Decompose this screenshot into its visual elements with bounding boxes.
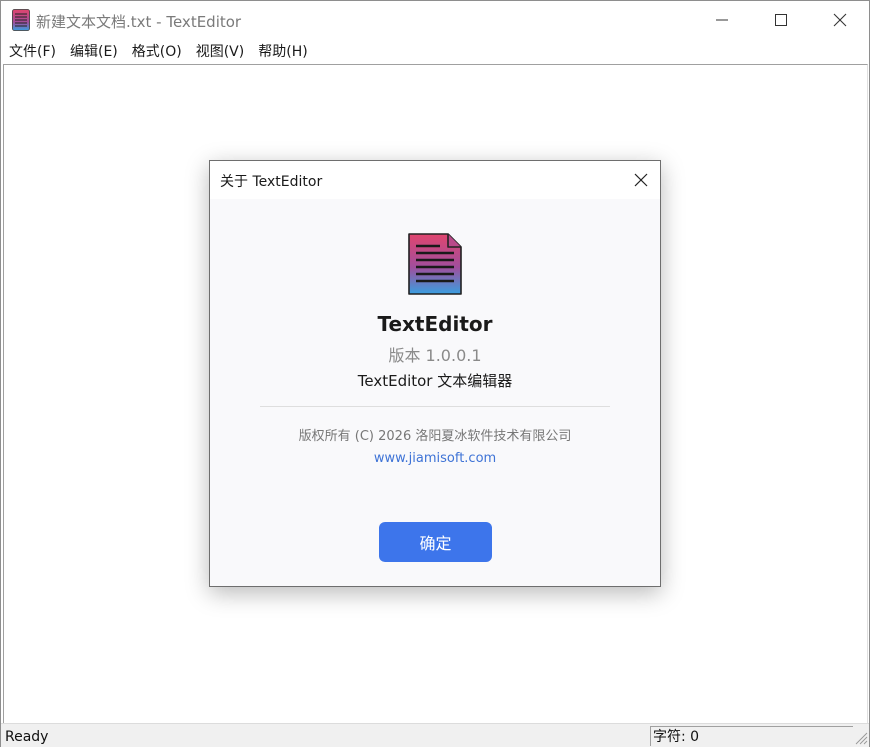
close-window-button[interactable] — [811, 1, 869, 39]
divider — [260, 406, 610, 407]
minimize-icon — [716, 19, 728, 21]
notepad-document-icon — [12, 9, 30, 31]
title-bar[interactable]: 新建文本文档.txt - TextEditor — [1, 1, 869, 39]
app-name: TextEditor — [377, 312, 493, 336]
menu-help[interactable]: 帮助(H) — [258, 41, 307, 63]
dialog-close-button[interactable] — [622, 161, 660, 199]
dialog-title-bar[interactable]: 关于 TextEditor — [210, 161, 660, 199]
dialog-title: 关于 TextEditor — [220, 174, 323, 190]
menu-edit[interactable]: 编辑(E) — [70, 41, 118, 63]
about-dialog: 关于 TextEditor TextEditor 版本 1.0.0.1 Text… — [209, 160, 661, 587]
status-char-count: 字符: 0 — [650, 726, 853, 746]
maximize-icon — [775, 14, 787, 26]
app-description: TextEditor 文本编辑器 — [357, 372, 513, 390]
close-icon — [833, 13, 847, 27]
app-logo-icon — [408, 233, 462, 295]
ok-button[interactable]: 确定 — [379, 522, 492, 562]
menu-format[interactable]: 格式(O) — [132, 41, 182, 63]
copyright-text: 版权所有 (C) 2026 洛阳夏冰软件技术有限公司 — [298, 429, 572, 444]
maximize-button[interactable] — [752, 1, 810, 39]
status-bar: Ready 字符: 0 — [1, 723, 869, 747]
menu-file[interactable]: 文件(F) — [9, 41, 56, 63]
menu-view[interactable]: 视图(V) — [196, 41, 245, 63]
menu-bar: 文件(F) 编辑(E) 格式(O) 视图(V) 帮助(H) — [1, 39, 869, 64]
minimize-button[interactable] — [693, 1, 751, 39]
window-title: 新建文本文档.txt - TextEditor — [36, 13, 242, 31]
resize-grip-icon[interactable] — [853, 729, 868, 746]
status-ready-text: Ready — [5, 729, 49, 745]
app-version: 版本 1.0.0.1 — [388, 346, 482, 365]
close-icon — [634, 173, 648, 187]
website-link[interactable]: www.jiamisoft.com — [210, 451, 660, 466]
